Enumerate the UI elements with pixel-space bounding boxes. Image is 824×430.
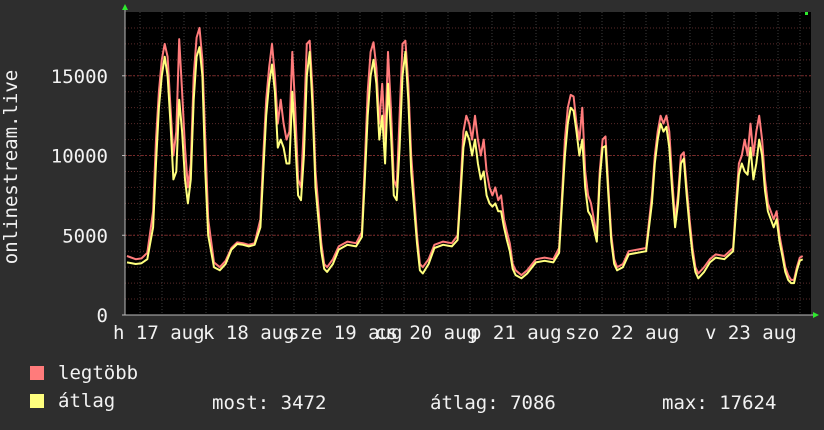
- stat-max: max: 17624: [662, 392, 777, 414]
- x-tick-label: cs 20 aug: [375, 322, 478, 344]
- x-tick-labels: h 17 augk 18 augsze 19 augcs 20 augp 21 …: [113, 322, 797, 344]
- legend-item-legtobb: legtöbb: [30, 362, 138, 384]
- stat-atlag: átlag: 7086: [430, 392, 556, 414]
- stat-most: most: 3472: [212, 392, 327, 414]
- y-axis-arrow: [122, 4, 128, 10]
- y-tick-label: 15000: [51, 66, 108, 88]
- legend-swatch-atlag: [30, 394, 44, 408]
- x-tick-label: h 17 aug: [113, 322, 205, 344]
- y-tick-labels: 0 5000 10000 15000: [51, 66, 125, 327]
- legend-item-atlag: átlag: [30, 390, 115, 412]
- x-tick-label: v 23 aug: [705, 322, 797, 344]
- corner-marker: [805, 12, 808, 15]
- y-tick-label: 0: [97, 305, 108, 327]
- y-tick-label: 10000: [51, 146, 108, 168]
- y-axis-label: onlinestream.live: [0, 70, 22, 264]
- legend-swatch-legtobb: [30, 366, 44, 380]
- x-tick-label: szo 22 aug: [565, 322, 679, 344]
- x-tick-label: k 18 aug: [203, 322, 295, 344]
- legend-label-legtobb: legtöbb: [58, 362, 139, 384]
- x-tick-label: p 21 aug: [470, 322, 562, 344]
- x-axis-arrow: [813, 312, 819, 318]
- legend-label-atlag: átlag: [58, 390, 116, 412]
- y-tick-label: 5000: [62, 225, 108, 247]
